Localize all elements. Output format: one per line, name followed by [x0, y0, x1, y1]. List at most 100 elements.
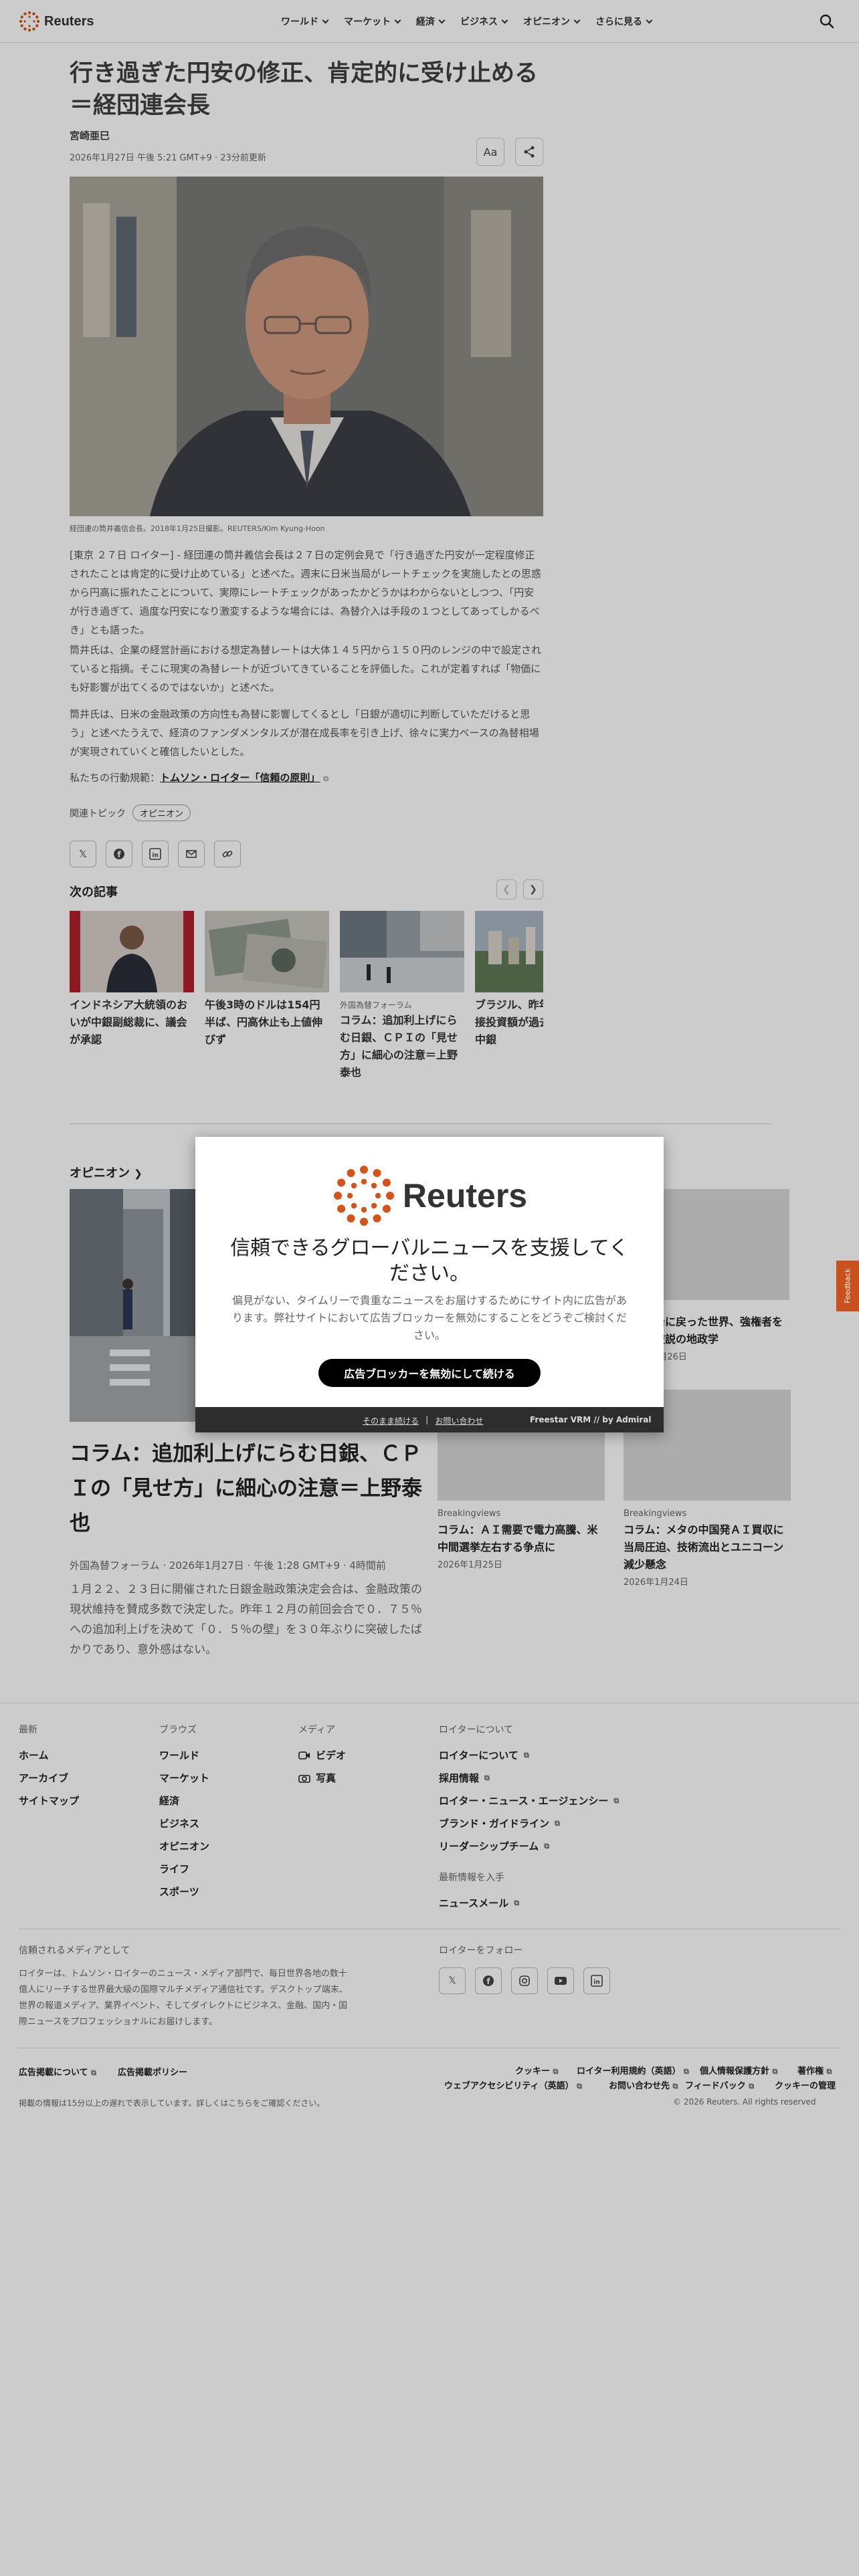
footer-link-label: ビデオ [316, 1749, 347, 1761]
external-link-icon: ⧉ [749, 2082, 755, 2090]
footer-link-home[interactable]: ホーム [19, 1748, 79, 1762]
external-link-icon: ⧉ [514, 1898, 520, 1907]
legal-link[interactable]: クッキー ⧉ [515, 2064, 558, 2076]
follow-facebook-button[interactable]: f [475, 1967, 502, 1994]
feedback-tab[interactable]: Feedback [836, 1261, 859, 1311]
photo-caption: 経団連の筒井義信会長。2018年1月25日撮影。REUTERS/Kim Kyun… [70, 524, 325, 533]
footer-link[interactable]: ロイターについて ⧉ [439, 1748, 619, 1762]
disable-adblock-button[interactable]: 広告ブロッカーを無効にして続ける [318, 1359, 541, 1387]
nav-opinion[interactable]: オピニオン [523, 15, 581, 28]
external-link-icon: ⧉ [577, 2082, 582, 2090]
ads-policy-link[interactable]: 広告掲載ポリシー [118, 2065, 187, 2078]
youtube-icon [555, 1977, 567, 1985]
text-size-label: Aa [483, 145, 498, 158]
footer-link[interactable]: ライフ [159, 1862, 209, 1876]
share-x-button[interactable]: 𝕏 [70, 841, 96, 867]
footer-link-photos[interactable]: 写真 [298, 1771, 346, 1785]
footer-link[interactable]: 採用情報 ⧉ [439, 1771, 619, 1785]
continue-link[interactable]: そのまま続ける [363, 1415, 419, 1426]
nav-label: ワールド [281, 17, 318, 27]
footer-link-label: ロイター・ニュース・エージェンシー [439, 1795, 609, 1807]
opinion-side-card[interactable]: Breakingviews コラム：ＡＩ需要で電力高騰、米中間選挙左右する争点に… [438, 1509, 605, 1570]
footer-link[interactable]: リーダーシップチーム ⧉ [439, 1839, 619, 1853]
side-card-kicker: Breakingviews [624, 1509, 687, 1519]
next-articles-heading: 次の記事 [70, 885, 118, 899]
footer-link-label: 写真 [316, 1772, 337, 1784]
share-facebook-button[interactable]: f [106, 841, 132, 867]
nav-more[interactable]: さらに見る [595, 15, 653, 28]
footer-link[interactable]: 経済 [159, 1794, 209, 1808]
external-link-icon: ⧉ [523, 1750, 529, 1759]
chevron-right-icon: ❯ [529, 884, 537, 895]
opinion-heading[interactable]: オピニオン ❯ [70, 1164, 142, 1181]
follow-x-button[interactable]: 𝕏 [439, 1967, 466, 1994]
nav-markets[interactable]: マーケット [344, 15, 401, 28]
opinion-main-title[interactable]: コラム：追加利上げにらむ日銀、ＣＰＩの「見せ方」に細心の注意＝上野泰也 [70, 1436, 424, 1541]
reuters-logo-icon [19, 11, 40, 32]
instagram-icon [519, 1975, 530, 1986]
newsletter-link[interactable]: ニュースメール ⧉ [439, 1896, 619, 1910]
ads-link[interactable]: 広告掲載について ⧉ [19, 2065, 96, 2078]
footer-link[interactable]: ロイター・ニュース・エージェンシー ⧉ [439, 1794, 619, 1808]
chevron-down-icon [322, 17, 329, 23]
follow-icons: 𝕏 f in [439, 1967, 610, 1994]
next-article-card[interactable]: 午後3時のドルは154円半ば、円高休止も上値伸びず [205, 911, 329, 1049]
carousel-next-button[interactable]: ❯ [523, 879, 543, 899]
follow-linkedin-button[interactable]: in [583, 1967, 610, 1994]
footer-link[interactable]: ビジネス [159, 1816, 209, 1830]
footer-link-sitemap[interactable]: サイトマップ [19, 1794, 79, 1808]
next-article-card[interactable]: 外国為替フォーラム コラム：追加利上げにらむ日銀、ＣＰＩの「見せ方」に細心の注意… [340, 911, 464, 1081]
author-link[interactable]: 宮崎亜巳 [70, 128, 543, 142]
svg-text:in: in [593, 1979, 600, 1986]
footer-about: ロイターについて ロイターについて ⧉ 採用情報 ⧉ ロイター・ニュース・エージェン… [439, 1723, 619, 1919]
share-email-button[interactable] [178, 841, 205, 867]
footer-link[interactable]: ブランド・ガイドライン ⧉ [439, 1816, 619, 1830]
reuters-logo[interactable]: Reuters [19, 11, 94, 32]
text-size-button[interactable]: Aa [476, 138, 504, 166]
camera-icon [298, 1774, 310, 1783]
footer-media: メディア ビデオ 写真 [298, 1723, 346, 1794]
follow-instagram-button[interactable] [511, 1967, 538, 1994]
external-link-icon: ⧉ [553, 2067, 559, 2076]
side-card-date: 2026年1月24日 [624, 1578, 688, 1588]
follow-youtube-button[interactable] [547, 1967, 574, 1994]
external-link-icon: ⧉ [672, 2082, 678, 2090]
footer-link-archive[interactable]: アーカイブ [19, 1771, 79, 1785]
nav-business[interactable]: ビジネス [460, 15, 508, 28]
legal-link[interactable]: ウェブアクセシビリティ（英語） ⧉ [444, 2078, 582, 2091]
contact-link[interactable]: お問い合わせ [435, 1415, 483, 1426]
modal-footer-bar: そのまま続ける | お問い合わせ Freestar VRM // by Admi… [195, 1407, 664, 1432]
site-header: Reuters ワールド マーケット 経済 ビジネス オピニオン さらに見る [0, 0, 859, 43]
footer-link[interactable]: マーケット [159, 1771, 209, 1785]
opinion-side-card[interactable]: Breakingviews コラム：メタの中国発ＡＩ買収に当局圧迫、技術流出とユ… [624, 1509, 791, 1588]
share-button[interactable] [515, 138, 543, 166]
search-button[interactable] [818, 12, 836, 31]
legal-link[interactable]: 個人情報保護方針 ⧉ [700, 2064, 777, 2076]
topic-pill[interactable]: オピニオン [132, 804, 191, 821]
footer-link[interactable]: オピニオン [159, 1839, 209, 1853]
footer-link-label: 個人情報保護方針 [700, 2066, 770, 2076]
next-article-card[interactable]: ブラジル、昨年の外国直接投資額が過去最高に＝中銀 [475, 911, 543, 1049]
trust-principles-row: 私たちの行動規範：トムソン・ロイター「信頼の原則」 ⧉ [70, 770, 543, 784]
footer-link[interactable]: スポーツ [159, 1885, 209, 1899]
footer-link-label: ロイターについて [439, 1749, 518, 1761]
trust-principles-link[interactable]: トムソン・ロイター「信頼の原則」 [160, 772, 320, 784]
topics-label: 関連トピック [70, 808, 126, 819]
nav-world[interactable]: ワールド [281, 15, 329, 28]
next-article-card[interactable]: インドネシア大統領のおいが中銀副総裁に、議会が承認 [70, 911, 194, 1049]
footer-heading: 最新情報を入手 [439, 1872, 504, 1883]
legal-link[interactable]: ロイター利用規約（英語） ⧉ [577, 2064, 689, 2076]
card-kicker: 外国為替フォーラム [340, 1000, 412, 1010]
legal-link[interactable]: クッキーの管理 [775, 2078, 836, 2091]
video-icon [298, 1751, 310, 1759]
share-linkedin-button[interactable]: in [142, 841, 169, 867]
footer-link-label: 著作権 [797, 2066, 824, 2076]
footer-link-video[interactable]: ビデオ [298, 1748, 346, 1762]
nav-economy[interactable]: 経済 [416, 15, 446, 28]
legal-link[interactable]: お問い合わせ先 ⧉ [609, 2078, 678, 2091]
copy-link-button[interactable] [214, 841, 241, 867]
legal-link[interactable]: 著作権 ⧉ [797, 2064, 832, 2076]
carousel-prev-button[interactable]: ❮ [496, 879, 516, 899]
legal-link[interactable]: フィードバック ⧉ [685, 2078, 754, 2091]
footer-link[interactable]: ワールド [159, 1748, 209, 1762]
